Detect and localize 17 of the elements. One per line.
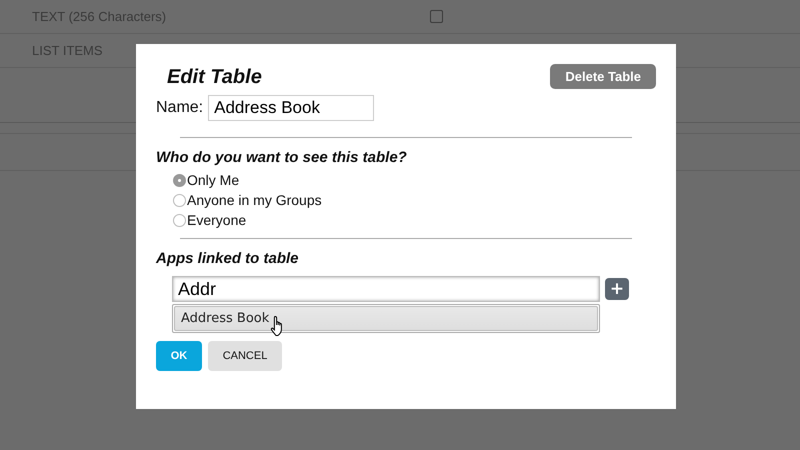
- option-label: Only Me: [187, 172, 240, 188]
- apps-heading: Apps linked to table: [156, 250, 300, 267]
- app-search-field[interactable]: Addr: [172, 276, 600, 302]
- visibility-question: Who do you want to see this table?: [156, 149, 408, 166]
- delete-table-button[interactable]: Delete Table: [550, 64, 656, 89]
- radio-button[interactable]: [173, 174, 186, 186]
- add-button[interactable]: +: [605, 278, 629, 300]
- radio-button[interactable]: [173, 214, 186, 226]
- radio-button[interactable]: [173, 194, 186, 206]
- option-label: Anyone in my Groups: [187, 192, 322, 208]
- dialog-title: Edit Table: [167, 66, 262, 89]
- cancel-button[interactable]: CANCEL: [208, 341, 282, 371]
- name-field[interactable]: Address Book: [208, 95, 374, 121]
- suggestion-item[interactable]: Address Book: [174, 306, 598, 331]
- checkbox[interactable]: [430, 10, 443, 23]
- option-label: Everyone: [187, 212, 246, 228]
- name-label: Name:: [156, 99, 204, 117]
